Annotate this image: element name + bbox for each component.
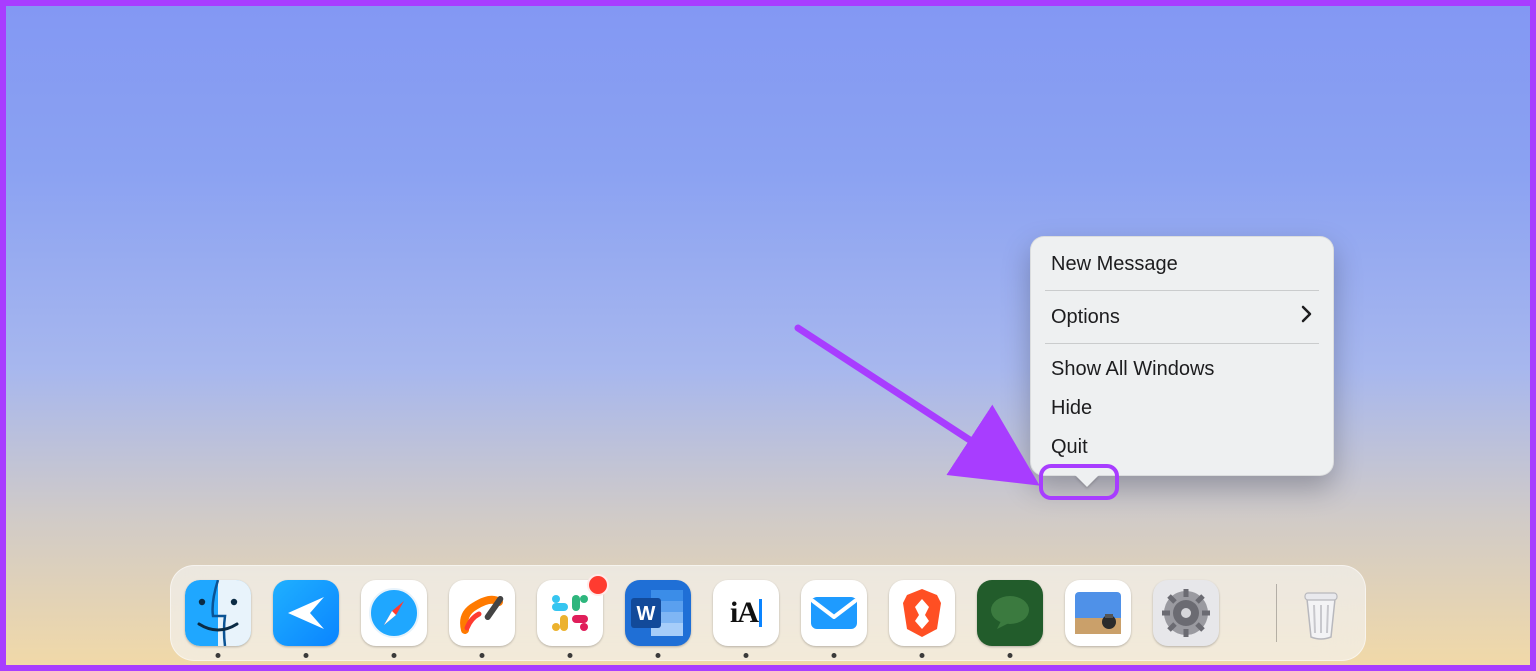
dock-app-safari[interactable] bbox=[361, 580, 427, 646]
freeform-icon bbox=[449, 580, 515, 646]
menu-separator bbox=[1045, 290, 1319, 291]
dock-trash[interactable] bbox=[1291, 580, 1351, 646]
desktop: New Message Options Show All Windows Hid… bbox=[0, 0, 1536, 671]
menu-item-hide[interactable]: Hide bbox=[1031, 389, 1333, 428]
menu-item-label: Hide bbox=[1051, 397, 1092, 420]
dock-app-word[interactable]: W bbox=[625, 580, 691, 646]
running-indicator bbox=[392, 653, 397, 658]
finder-icon bbox=[185, 580, 251, 646]
running-indicator bbox=[832, 653, 837, 658]
dock-app-freeform[interactable] bbox=[449, 580, 515, 646]
dock-app-brave[interactable] bbox=[889, 580, 955, 646]
dock-separator bbox=[1276, 584, 1277, 642]
running-indicator bbox=[480, 653, 485, 658]
menu-item-new-message[interactable]: New Message bbox=[1031, 245, 1333, 284]
safari-icon bbox=[361, 580, 427, 646]
settings-icon bbox=[1153, 580, 1219, 646]
running-indicator bbox=[744, 653, 749, 658]
dock-app-ia-writer[interactable]: iA bbox=[713, 580, 779, 646]
brave-icon bbox=[889, 580, 955, 646]
dock-context-menu: New Message Options Show All Windows Hid… bbox=[1030, 236, 1334, 476]
mail-icon bbox=[801, 580, 867, 646]
menu-item-label: Quit bbox=[1051, 436, 1088, 459]
dock-app-slack[interactable] bbox=[537, 580, 603, 646]
running-indicator bbox=[920, 653, 925, 658]
dock-apps: W iA bbox=[185, 580, 1262, 646]
menu-item-label: Show All Windows bbox=[1051, 358, 1214, 381]
word-icon: W bbox=[625, 580, 691, 646]
messages-icon bbox=[977, 580, 1043, 646]
menu-item-label: New Message bbox=[1051, 253, 1178, 276]
chevron-right-icon bbox=[1301, 305, 1313, 329]
running-indicator bbox=[656, 653, 661, 658]
dock: W iA bbox=[170, 565, 1366, 661]
menu-separator bbox=[1045, 343, 1319, 344]
spark-icon bbox=[273, 580, 339, 646]
trash-icon bbox=[1291, 580, 1351, 646]
svg-text:W: W bbox=[637, 603, 656, 625]
running-indicator bbox=[568, 653, 573, 658]
photos-icon bbox=[1065, 580, 1131, 646]
ia-writer-icon: iA bbox=[713, 580, 779, 646]
menu-item-label: Options bbox=[1051, 306, 1120, 329]
running-indicator bbox=[304, 653, 309, 658]
dock-app-finder[interactable] bbox=[185, 580, 251, 646]
dock-app-settings[interactable] bbox=[1153, 580, 1219, 646]
running-indicator bbox=[216, 653, 221, 658]
dock-app-photos[interactable] bbox=[1065, 580, 1131, 646]
menu-item-quit[interactable]: Quit bbox=[1031, 428, 1333, 467]
menu-item-options[interactable]: Options bbox=[1031, 297, 1333, 337]
dock-app-messages[interactable] bbox=[977, 580, 1043, 646]
dock-app-spark[interactable] bbox=[273, 580, 339, 646]
menu-item-show-all-windows[interactable]: Show All Windows bbox=[1031, 350, 1333, 389]
running-indicator bbox=[1008, 653, 1013, 658]
dock-app-mail[interactable] bbox=[801, 580, 867, 646]
notification-badge bbox=[587, 574, 609, 596]
